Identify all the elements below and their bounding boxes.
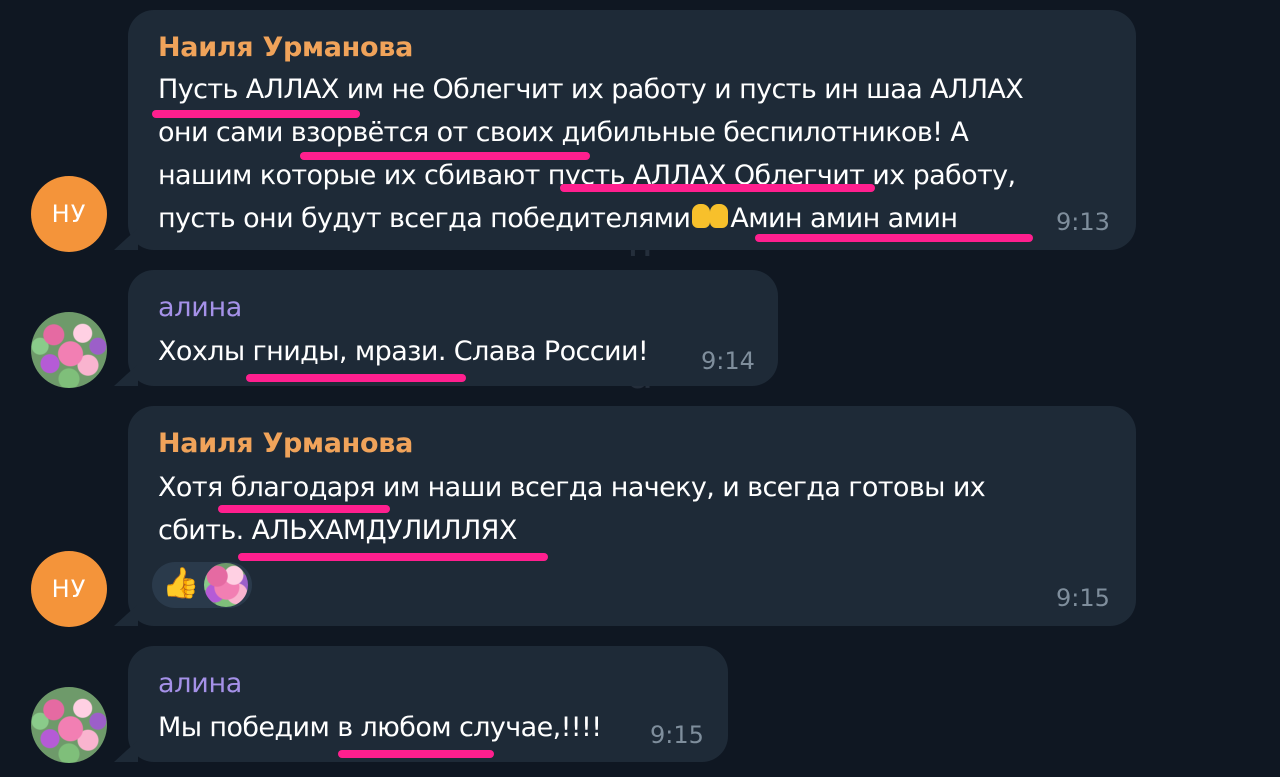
highlight-underline — [218, 505, 390, 513]
message-line: Хохлы гниды, мрази. Слава России! — [158, 336, 649, 367]
message-bubble[interactable]: алина Мы победим в любом случае,!!!! 9:1… — [128, 646, 728, 762]
reaction-chip[interactable]: 👍 — [152, 562, 252, 608]
message-line: Мы победим в любом случае,!!!! — [158, 712, 602, 743]
message-bubble[interactable]: алина Хохлы гниды, мрази. Слава России! … — [128, 270, 778, 386]
highlight-underline — [246, 374, 466, 382]
highlight-underline — [152, 110, 360, 118]
sender-name[interactable]: алина — [158, 668, 242, 699]
message-time: 9:15 — [650, 721, 704, 749]
highlight-underline — [300, 152, 590, 160]
highlight-underline — [338, 750, 494, 758]
avatar[interactable] — [31, 687, 107, 763]
sender-name[interactable]: Наиля Урманова — [158, 32, 413, 63]
sender-name[interactable]: Наиля Урманова — [158, 428, 413, 459]
chat-view: s u p e r n o v a _ p l u s Наиля Урмано… — [0, 0, 1280, 777]
message-bubble[interactable]: Наиля Урманова Пусть АЛЛАХ им не Облегчи… — [128, 10, 1136, 250]
avatar[interactable]: НУ — [31, 551, 107, 627]
highlight-underline — [238, 553, 548, 561]
message-line: пусть они будут всегда победителями — [158, 203, 691, 234]
avatar[interactable]: НУ — [31, 176, 107, 252]
avatar[interactable] — [31, 312, 107, 388]
message-time: 9:13 — [1056, 208, 1110, 236]
message-line: Амин амин амин — [730, 203, 958, 234]
message-bubble[interactable]: Наиля Урманова Хотя благодаря им наши вс… — [128, 406, 1136, 626]
highlight-underline — [755, 234, 1033, 242]
message-line: Хотя благодаря им наши всегда начеку, и … — [158, 472, 986, 503]
message-time: 9:15 — [1056, 584, 1110, 612]
thumbs-up-icon: 👍 — [162, 566, 200, 601]
message-time: 9:14 — [701, 347, 755, 375]
highlight-underline — [560, 184, 875, 192]
reaction-avatar — [204, 563, 248, 607]
praying-hands-icon — [690, 202, 730, 230]
sender-name[interactable]: алина — [158, 292, 242, 323]
message-line: Пусть АЛЛАХ им не Облегчит их работу и п… — [158, 74, 1024, 105]
message-line: сбить. АЛЬХАМДУЛИЛЛЯХ — [158, 515, 517, 546]
